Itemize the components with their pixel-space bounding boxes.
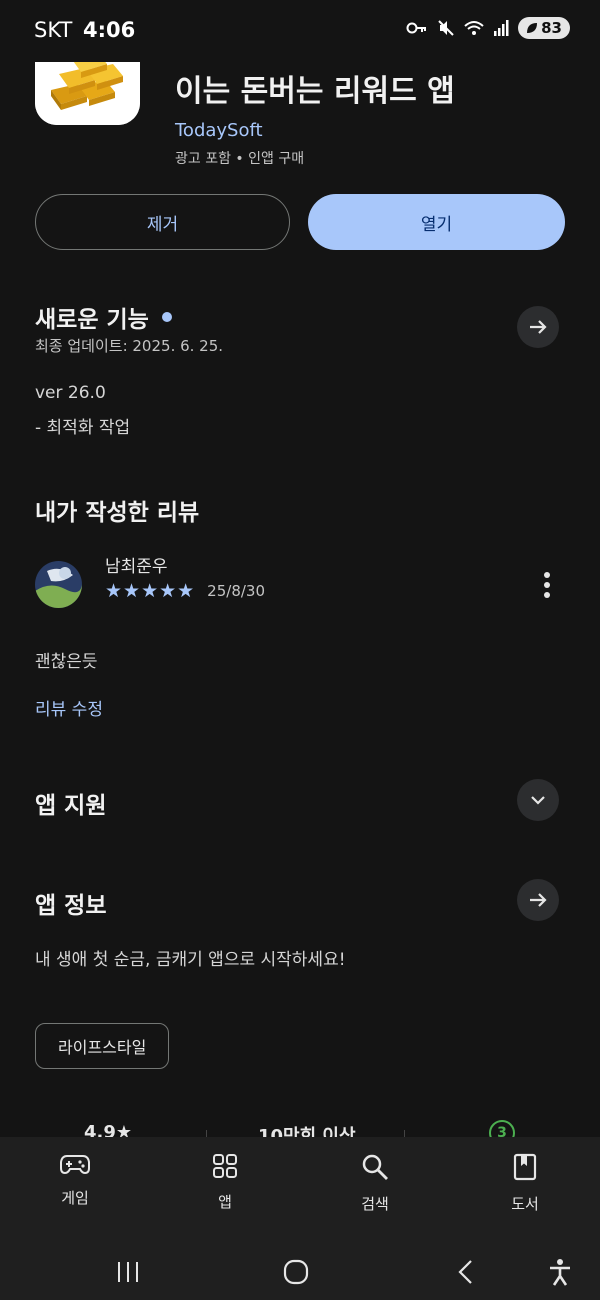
gamepad-icon xyxy=(60,1155,90,1175)
more-options-icon[interactable] xyxy=(536,570,558,600)
system-navigation-bar xyxy=(0,1242,600,1300)
bottom-navigation: 게임 앱 검색 도서 xyxy=(0,1137,600,1242)
status-bar: SKT 4:06 83 xyxy=(0,0,600,62)
remove-button[interactable]: 제거 xyxy=(35,194,290,250)
mute-icon xyxy=(438,20,454,36)
arrow-right-icon xyxy=(530,320,547,334)
app-info-title: 앱 정보 xyxy=(35,893,107,919)
app-support-title: 앱 지원 xyxy=(35,793,107,819)
home-button[interactable] xyxy=(276,1252,316,1292)
recent-apps-icon xyxy=(118,1262,138,1282)
new-indicator-dot xyxy=(161,312,172,322)
accessibility-icon xyxy=(550,1259,570,1286)
arrow-right-icon xyxy=(530,893,547,907)
nav-games[interactable]: 게임 xyxy=(25,1153,125,1208)
category-chip[interactable]: 라이프스타일 xyxy=(35,1023,170,1069)
nav-books[interactable]: 도서 xyxy=(475,1153,575,1214)
back-button[interactable] xyxy=(445,1252,485,1292)
chevron-down-icon xyxy=(531,796,545,805)
review-date: 25/8/30 xyxy=(207,582,265,600)
whats-new-title: 새로운 기능 xyxy=(35,307,149,333)
book-icon xyxy=(513,1153,537,1181)
version-text: ver 26.0 xyxy=(35,383,106,403)
battery-level: 83 xyxy=(541,19,562,37)
app-description: 내 생애 첫 순금, 금캐기 앱으로 시작하세요! xyxy=(35,950,346,970)
battery-indicator: 83 xyxy=(518,17,570,39)
edit-review-link[interactable]: 리뷰 수정 xyxy=(35,695,103,720)
carrier: SKT xyxy=(34,18,73,42)
recent-apps-button[interactable] xyxy=(108,1252,148,1292)
review-text: 괜찮은듯 xyxy=(35,652,98,672)
app-info-arrow-button[interactable] xyxy=(517,879,559,921)
wifi-icon xyxy=(464,21,484,35)
nav-search[interactable]: 검색 xyxy=(325,1153,425,1214)
whats-new-arrow-button[interactable] xyxy=(517,306,559,348)
whats-new-heading: 새로운 기능 xyxy=(35,300,172,334)
battery-saver-leaf-icon xyxy=(527,23,538,33)
developer-link[interactable]: TodaySoft xyxy=(175,120,263,141)
nav-label: 앱 xyxy=(218,1193,232,1211)
clock: 4:06 xyxy=(83,18,136,42)
star-rating: ★★★★★ xyxy=(105,580,196,602)
review-rating-row: ★★★★★ 25/8/30 xyxy=(105,580,265,602)
accessibility-button[interactable] xyxy=(540,1252,580,1292)
carrier-time: SKT 4:06 xyxy=(34,18,135,42)
search-icon xyxy=(362,1154,388,1180)
signal-icon xyxy=(494,20,509,36)
app-support-expand-button[interactable] xyxy=(517,779,559,821)
my-review-title: 내가 작성한 리뷰 xyxy=(35,500,200,526)
nav-label: 게임 xyxy=(61,1189,89,1207)
nav-label: 검색 xyxy=(361,1195,389,1213)
apps-grid-icon xyxy=(213,1154,237,1178)
open-button[interactable]: 열기 xyxy=(308,194,565,250)
nav-label: 도서 xyxy=(511,1195,539,1213)
vpn-key-icon xyxy=(406,22,427,34)
release-notes: - 최적화 작업 xyxy=(35,418,131,438)
avatar xyxy=(35,561,82,608)
last-updated: 최종 업데이트: 2025. 6. 25. xyxy=(35,337,224,355)
status-icons: 83 xyxy=(406,17,570,39)
home-icon xyxy=(283,1259,309,1285)
nav-apps[interactable]: 앱 xyxy=(175,1153,275,1212)
app-meta: 광고 포함 • 인앱 구매 xyxy=(175,151,305,167)
reviewer-name: 남최준우 xyxy=(105,557,168,577)
back-chevron-icon xyxy=(458,1260,472,1284)
